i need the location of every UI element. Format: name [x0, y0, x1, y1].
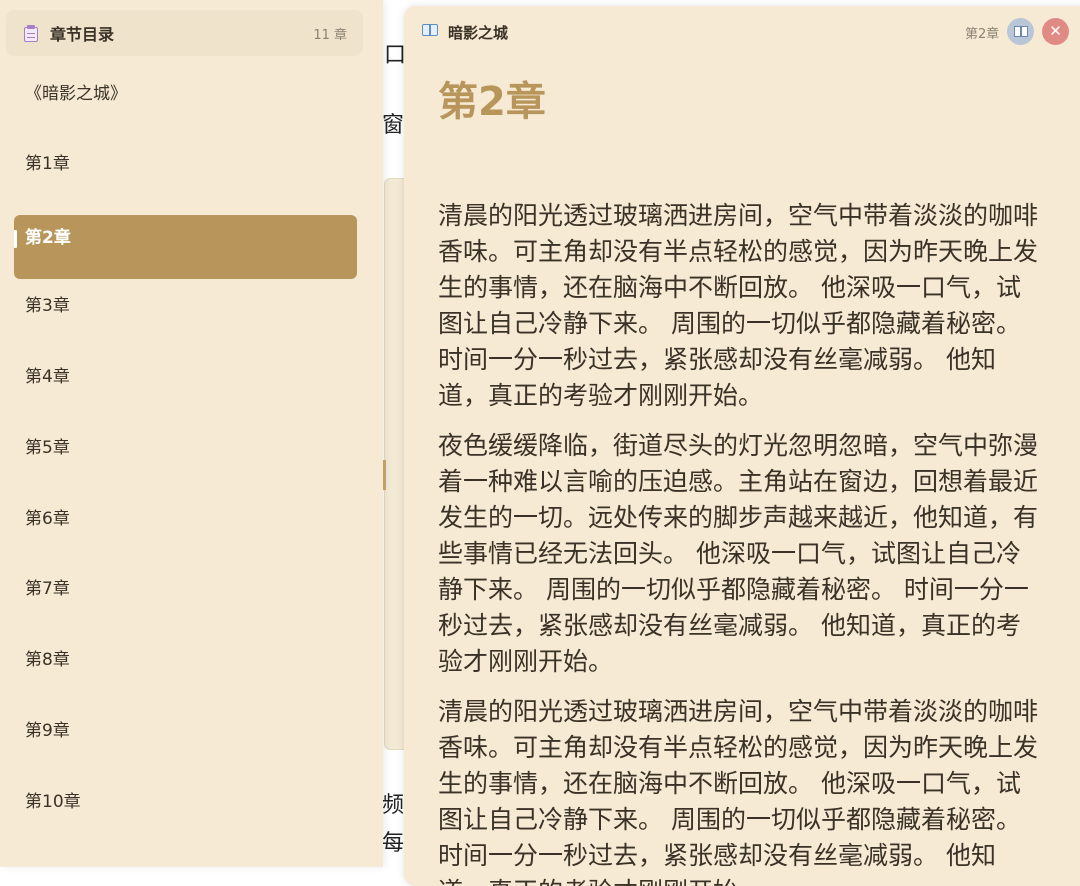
sidebar-book-title: 《暗影之城》 — [25, 84, 127, 104]
chapter-heading: 第2章 — [438, 79, 546, 125]
chapter-sidebar: 章节目录 11 章 《暗影之城》 第1章 第2章 第3章 第4章 第5章 第6章… — [0, 0, 383, 867]
chapter-item-2-active[interactable]: 第2章 — [14, 215, 357, 279]
background-text: 每 — [382, 831, 405, 856]
active-chapter-indicator — [14, 230, 17, 248]
chapter-item-3[interactable]: 第3章 — [14, 271, 357, 335]
reader-panel: 暗影之城 第2章 ✕ 第2章 清晨的阳光透过玻璃洒进房间，空气中带着淡淡的咖啡香… — [404, 6, 1080, 886]
current-chapter-label: 第2章 — [965, 27, 1000, 42]
content-paragraph: 夜色缓缓降临，街道尽头的灯光忽明忽暗，空气中弥漫着一种难以言喻的压迫感。主角站在… — [438, 431, 1039, 676]
close-button[interactable]: ✕ — [1042, 18, 1069, 45]
reader-toolbar: 暗影之城 第2章 ✕ — [404, 6, 1080, 56]
sidebar-header: 章节目录 11 章 — [6, 10, 363, 56]
background-marker — [383, 460, 386, 490]
book-icon — [422, 24, 440, 38]
chapter-item-9[interactable]: 第9章 — [14, 696, 357, 760]
background-text: 窗 — [382, 113, 405, 138]
chapter-item-1[interactable]: 第1章 — [14, 129, 357, 193]
content-paragraph: 清晨的阳光透过玻璃洒进房间，空气中带着淡淡的咖啡香味。可主角却没有半点轻松的感觉… — [438, 697, 1039, 886]
chapter-item-5[interactable]: 第5章 — [14, 413, 357, 477]
chapter-item-7[interactable]: 第7章 — [14, 554, 357, 618]
close-icon: ✕ — [1049, 22, 1062, 40]
background-text: 口 — [384, 43, 407, 68]
open-book-icon — [1013, 26, 1028, 37]
sidebar-title: 章节目录 — [50, 25, 115, 44]
clipboard-icon — [24, 24, 38, 42]
chapter-content: 清晨的阳光透过玻璃洒进房间，空气中带着淡淡的咖啡香味。可主角却没有半点轻松的感觉… — [438, 198, 1043, 886]
reader-book-title: 暗影之城 — [448, 24, 509, 42]
chapter-item-10[interactable]: 第10章 — [14, 767, 357, 831]
chapter-item-8[interactable]: 第8章 — [14, 625, 357, 689]
chapter-count: 11 章 — [313, 27, 347, 43]
background-text: 频 — [382, 793, 405, 818]
chapter-item-4[interactable]: 第4章 — [14, 342, 357, 406]
content-paragraph: 清晨的阳光透过玻璃洒进房间，空气中带着淡淡的咖啡香味。可主角却没有半点轻松的感觉… — [438, 201, 1039, 410]
chapter-item-6[interactable]: 第6章 — [14, 484, 357, 548]
toc-button[interactable] — [1007, 18, 1034, 45]
